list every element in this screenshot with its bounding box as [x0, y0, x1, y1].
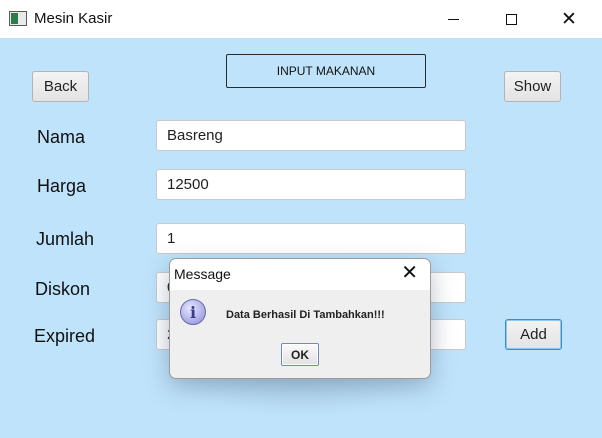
add-button[interactable]: Add [505, 319, 562, 350]
show-button[interactable]: Show [504, 71, 561, 102]
minimize-button[interactable] [430, 0, 476, 38]
window-title: Mesin Kasir [34, 10, 113, 27]
maximize-button[interactable] [488, 0, 534, 38]
title-bar[interactable]: Mesin Kasir ✕ [0, 0, 602, 38]
harga-input[interactable]: 12500 [156, 169, 466, 200]
diskon-label: Diskon [35, 279, 91, 299]
close-button[interactable]: ✕ [546, 0, 592, 38]
close-icon: ✕ [561, 8, 577, 30]
app-icon [9, 11, 27, 26]
expired-label: Expired [34, 326, 96, 346]
jumlah-label: Jumlah [36, 229, 95, 249]
nama-input[interactable]: Basreng [156, 120, 466, 151]
main-window: Mesin Kasir ✕ Back INPUT MAKANAN Show Na… [0, 0, 602, 438]
back-button[interactable]: Back [32, 71, 89, 102]
nama-label: Nama [37, 127, 86, 147]
minimize-icon [447, 18, 459, 20]
ok-button[interactable]: OK [281, 343, 319, 366]
page-title-button[interactable]: INPUT MAKANAN [226, 54, 426, 88]
dialog-message: Data Berhasil Di Tambahkan!!! [226, 309, 385, 321]
dialog-close-icon[interactable]: ✕ [401, 263, 418, 283]
dialog-title: Message [174, 266, 231, 282]
dialog-title-bar[interactable]: Message ✕ [170, 259, 430, 290]
harga-label: Harga [37, 176, 87, 196]
maximize-icon [505, 13, 517, 25]
info-icon: i [180, 299, 206, 325]
message-dialog: Message ✕ i Data Berhasil Di Tambahkan!!… [169, 258, 431, 379]
